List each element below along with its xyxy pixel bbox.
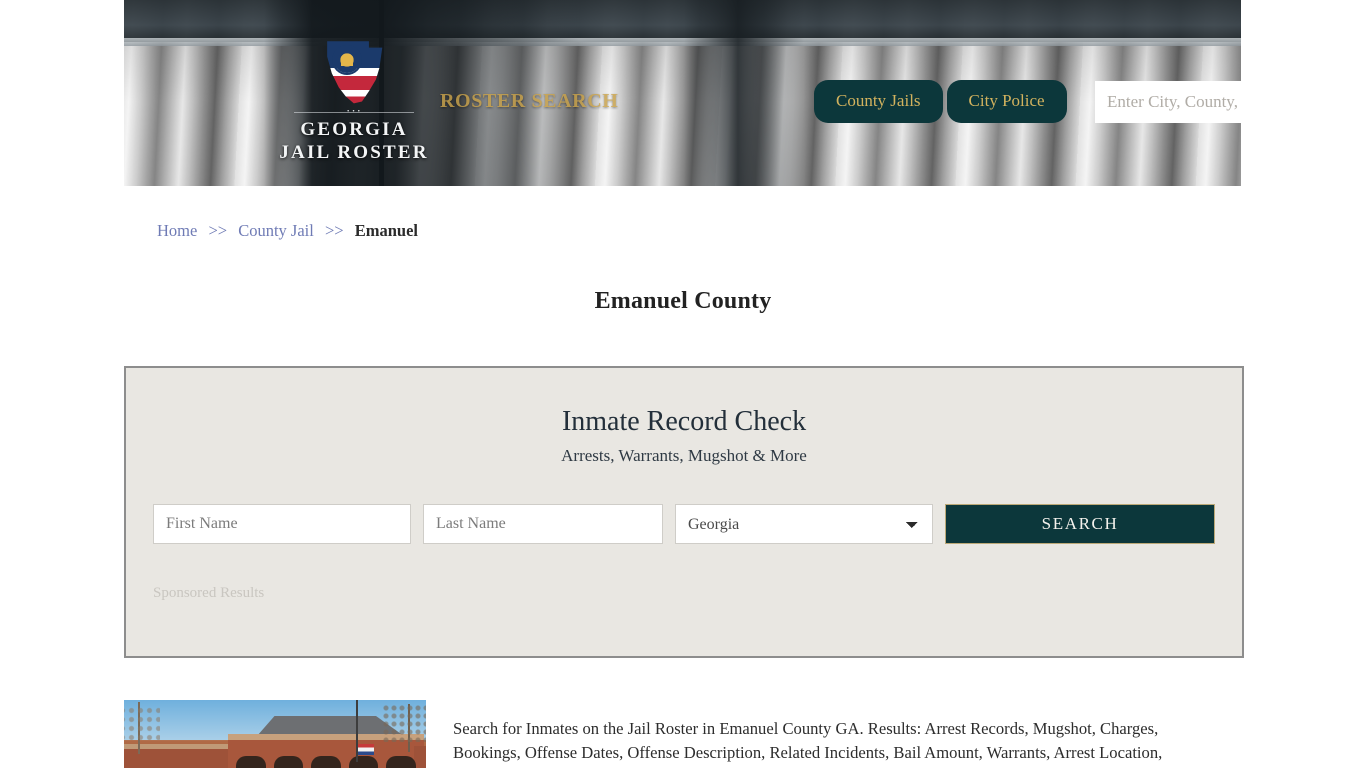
site-logo[interactable]: GEORGIA JAIL ROSTER [274,40,434,165]
inmate-search-button[interactable]: SEARCH [945,504,1215,544]
logo-line-1: GEORGIA [300,119,408,140]
site-header-banner: GEORGIA JAIL ROSTER ROSTER SEARCH County… [124,0,1241,186]
thumbnail-tree-left [124,702,160,754]
breadcrumb-separator-1: >> [208,221,228,240]
breadcrumb-item-current: Emanuel [354,221,418,240]
page-title: Emanuel County [594,288,772,315]
thumbnail-tree-right [382,704,426,752]
logo-divider [294,112,414,113]
first-name-input[interactable] [153,504,411,544]
header-search [1095,81,1241,123]
banner-shadow-mid [684,0,804,186]
breadcrumb-separator-2: >> [324,221,344,240]
thumbnail-building-wing-left [124,744,234,768]
header-search-input[interactable] [1095,81,1241,123]
header-tagline: ROSTER SEARCH [440,90,619,112]
logo-line-2: JAIL ROSTER [279,141,429,163]
card-title: Inmate Record Check [561,406,807,437]
breadcrumb-item-home[interactable]: Home [157,221,197,240]
nav-city-police-button[interactable]: City Police [946,80,1067,123]
card-subtitle: Arrests, Warrants, Mugshot & More [561,446,807,465]
breadcrumb-item-county-jail[interactable]: County Jail [238,221,314,240]
page-description-paragraph: Search for Inmates on the Jail Roster in… [453,718,1163,768]
state-select[interactable]: Georgia [675,504,933,544]
courthouse-thumbnail-image[interactable] [124,700,426,768]
last-name-input[interactable] [423,504,663,544]
header-nav: County Jails City Police [814,80,1067,123]
georgia-seal-icon [334,47,360,73]
page-root: GEORGIA JAIL ROSTER ROSTER SEARCH County… [0,0,1366,768]
inmate-search-form: Georgia SEARCH [153,504,1215,544]
thumbnail-flag [358,744,374,755]
thumbnail-arches [236,756,416,768]
nav-county-jails-button[interactable]: County Jails [814,80,943,123]
breadcrumb: Home >> County Jail >> Emanuel [157,221,418,241]
logo-text: GEORGIA JAIL ROSTER [274,119,434,165]
sponsored-results-label: Sponsored Results [153,585,265,601]
georgia-state-flag-icon [318,40,390,106]
inmate-record-check-card: Inmate Record Check Arrests, Warrants, M… [124,366,1244,658]
